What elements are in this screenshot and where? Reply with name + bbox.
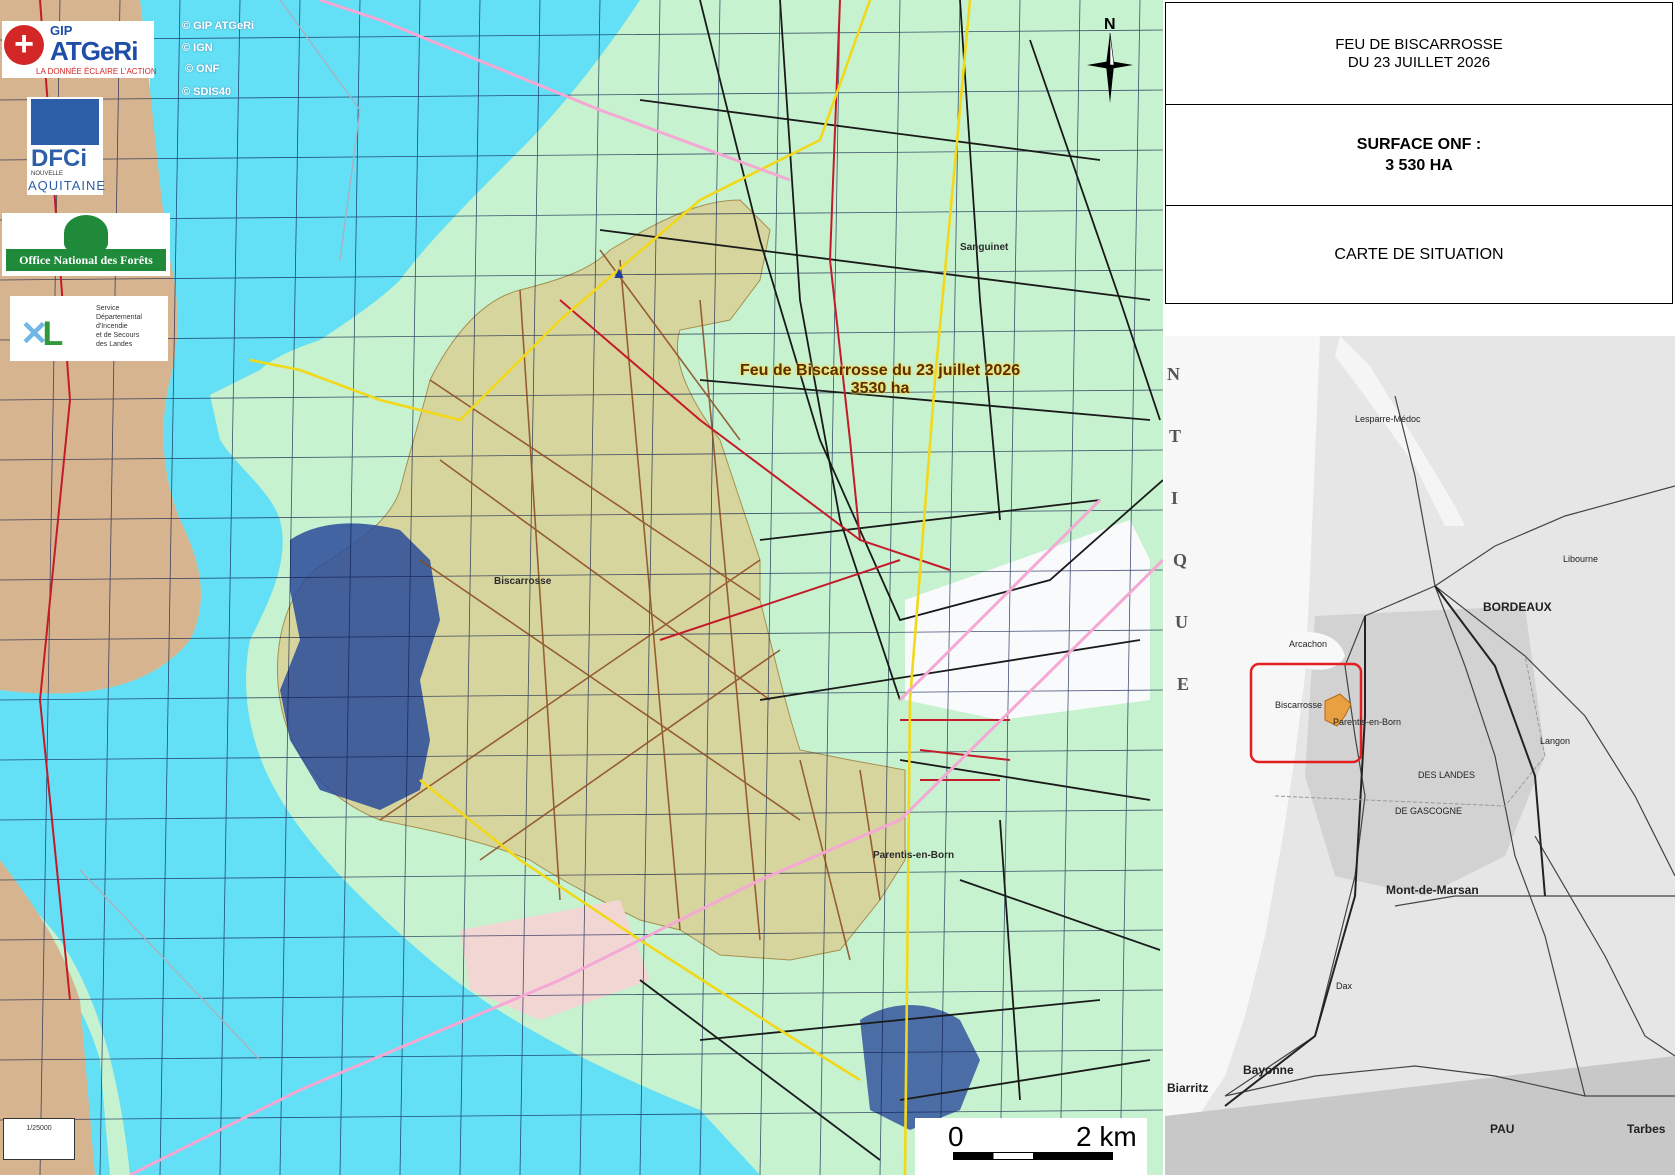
inset-label-biscarrosse: Biscarrosse xyxy=(1275,700,1323,710)
dfci-sub1: NOUVELLE xyxy=(31,171,64,177)
sdis-logo: ✕L Service Départemental d'Incendie et d… xyxy=(10,296,168,361)
atgeri-tagline: LA DONNÉE ÉCLAIRE L'ACTION xyxy=(36,67,157,76)
inset-label-tarbes: Tarbes xyxy=(1627,1122,1666,1136)
situation-map-canvas xyxy=(1165,336,1675,1175)
inset-label-bayonne: Bayonne xyxy=(1243,1063,1294,1077)
place-sanguinet: Sanguinet xyxy=(960,242,1009,253)
ocean-letter-u: U xyxy=(1175,612,1188,632)
info-panel: FEU DE BISCARROSSE DU 23 JUILLET 2026 SU… xyxy=(1165,2,1673,304)
sdis-text: Service Départemental d'Incendie et de S… xyxy=(96,305,142,348)
dfci-sub2: AQUITAINE xyxy=(28,178,107,193)
tree-icon xyxy=(31,99,99,145)
inset-label-pau: PAU xyxy=(1490,1122,1515,1136)
dfci-logo: DFCi NOUVELLE AQUITAINE xyxy=(27,97,107,195)
corner-scale-box: 1/25000 xyxy=(3,1118,75,1160)
main-map[interactable]: © GIP ATGeRi © IGN © ONF © SDIS40 + GIP … xyxy=(0,0,1163,1175)
inset-label-mont-de-marsan: Mont-de-Marsan xyxy=(1386,883,1479,897)
scale-start-label: 0 xyxy=(948,1121,964,1152)
onf-logo: Office National des Forêts xyxy=(2,213,170,276)
ocean-letter-e: E xyxy=(1177,674,1190,694)
panel-situation-label: CARTE DE SITUATION xyxy=(1334,245,1504,263)
inset-label-dax: Dax xyxy=(1336,981,1353,991)
copyright-sdis: © SDIS40 xyxy=(182,86,232,98)
corner-scale-text: 1/25000 xyxy=(26,1125,52,1132)
atgeri-name: ATGeRi xyxy=(50,36,138,66)
fire-map-title: Feu de Biscarrosse du 23 juillet 2026 35… xyxy=(740,362,1020,398)
north-arrow-icon: N xyxy=(1087,16,1133,103)
ocean-letter-q: Q xyxy=(1173,550,1188,570)
inset-label-lesparre: Lesparre-Médoc xyxy=(1355,414,1421,424)
situation-map[interactable]: N T I Q U E BORDEAUX Arcachon Biscarross… xyxy=(1165,336,1675,1175)
atgeri-logo: + GIP ATGeRi LA DONNÉE ÉCLAIRE L'ACTION xyxy=(2,21,157,78)
scale-end-label: 2 km xyxy=(1076,1121,1137,1152)
ocean-letter-t: T xyxy=(1169,426,1182,446)
ocean-letter-i: I xyxy=(1171,488,1179,508)
inset-label-libourne: Libourne xyxy=(1563,554,1599,564)
inset-label-arcachon: Arcachon xyxy=(1289,639,1328,649)
onf-name: Office National des Forêts xyxy=(6,249,166,271)
inset-label-biarritz: Biarritz xyxy=(1167,1081,1209,1095)
panel-surface-line1: SURFACE ONF : xyxy=(1356,135,1482,153)
fire-title-line1: Feu de Biscarrosse du 23 juillet 2026 xyxy=(740,362,1021,379)
panel-surface-cell: SURFACE ONF : 3 530 HA xyxy=(1166,104,1672,206)
copyright-ign: © IGN xyxy=(182,42,213,54)
inset-label-landes: DES LANDES xyxy=(1418,770,1476,780)
panel-situation-cell: CARTE DE SITUATION xyxy=(1166,205,1672,304)
ocean-letter-n: N xyxy=(1167,364,1180,384)
place-parentis: Parentis-en-Born xyxy=(873,850,955,861)
inset-label-bordeaux: BORDEAUX xyxy=(1483,600,1552,614)
atgeri-plus-icon: + xyxy=(4,25,44,65)
map-canvas xyxy=(0,0,1163,1175)
panel-title-cell: FEU DE BISCARROSSE DU 23 JUILLET 2026 xyxy=(1166,3,1672,105)
dfci-name: DFCi xyxy=(31,145,87,172)
place-biscarrosse: Biscarrosse xyxy=(494,576,552,587)
fire-origin-icon: ▲ xyxy=(611,265,627,282)
panel-title-line1: FEU DE BISCARROSSE xyxy=(1335,35,1503,53)
panel-surface-value: 3 530 HA xyxy=(1385,156,1453,174)
svg-text:N: N xyxy=(1104,16,1116,33)
inset-label-parentis: Parentis-en-Born xyxy=(1333,717,1402,727)
panel-title-line2: DU 23 JUILLET 2026 xyxy=(1347,53,1491,71)
copyright-onf: © ONF xyxy=(185,63,220,75)
onf-tree-icon xyxy=(64,215,108,251)
inset-label-langon: Langon xyxy=(1540,736,1571,746)
inset-label-gascogne: DE GASCOGNE xyxy=(1395,806,1463,816)
fire-title-line2: 3530 ha xyxy=(850,380,910,397)
sdis-x-icon: ✕L xyxy=(20,315,63,353)
scale-bar xyxy=(953,1152,1113,1160)
copyright-atgeri: © GIP ATGeRi xyxy=(182,20,255,32)
